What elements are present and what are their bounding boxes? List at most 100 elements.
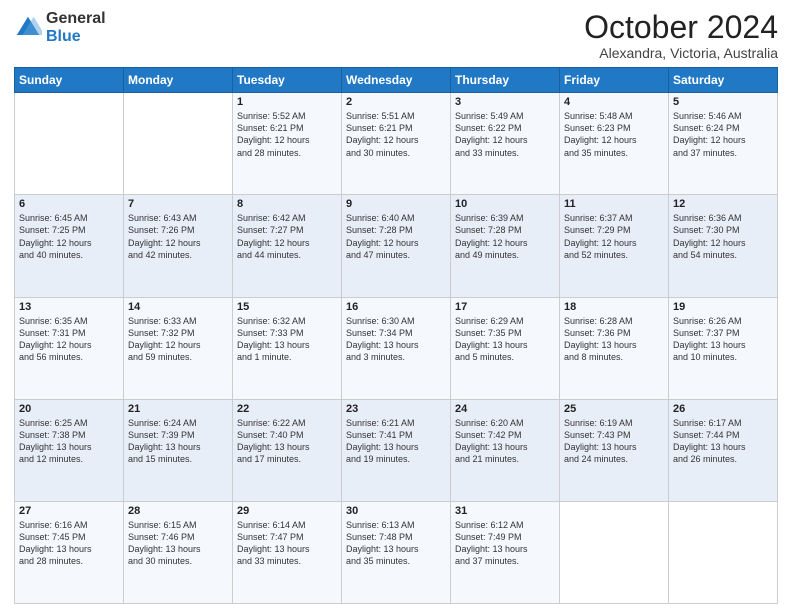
day-info: Sunrise: 6:17 AM Sunset: 7:44 PM Dayligh… bbox=[673, 417, 773, 466]
weekday-wednesday: Wednesday bbox=[342, 68, 451, 93]
calendar-cell: 8 Sunrise: 6:42 AM Sunset: 7:27 PM Daylig… bbox=[233, 195, 342, 297]
title-block: October 2024 Alexandra, Victoria, Austra… bbox=[584, 10, 778, 61]
day-number: 15 bbox=[237, 301, 337, 313]
calendar-cell: 5 Sunrise: 5:46 AM Sunset: 6:24 PM Daylig… bbox=[669, 93, 778, 195]
day-number: 21 bbox=[128, 403, 228, 415]
day-number: 17 bbox=[455, 301, 555, 313]
day-number: 5 bbox=[673, 96, 773, 108]
day-info: Sunrise: 6:29 AM Sunset: 7:35 PM Dayligh… bbox=[455, 315, 555, 364]
day-info: Sunrise: 6:40 AM Sunset: 7:28 PM Dayligh… bbox=[346, 212, 446, 261]
weekday-tuesday: Tuesday bbox=[233, 68, 342, 93]
day-info: Sunrise: 5:48 AM Sunset: 6:23 PM Dayligh… bbox=[564, 110, 664, 159]
day-info: Sunrise: 6:36 AM Sunset: 7:30 PM Dayligh… bbox=[673, 212, 773, 261]
day-number: 10 bbox=[455, 198, 555, 210]
header: General Blue October 2024 Alexandra, Vic… bbox=[14, 10, 778, 61]
calendar-cell: 10 Sunrise: 6:39 AM Sunset: 7:28 PM Dayli… bbox=[451, 195, 560, 297]
day-number: 16 bbox=[346, 301, 446, 313]
day-number: 3 bbox=[455, 96, 555, 108]
day-info: Sunrise: 6:33 AM Sunset: 7:32 PM Dayligh… bbox=[128, 315, 228, 364]
day-number: 12 bbox=[673, 198, 773, 210]
calendar-cell bbox=[669, 501, 778, 603]
day-number: 7 bbox=[128, 198, 228, 210]
day-info: Sunrise: 6:39 AM Sunset: 7:28 PM Dayligh… bbox=[455, 212, 555, 261]
calendar-cell: 13Sunrise: 6:35 AM Sunset: 7:31 PM Dayli… bbox=[15, 297, 124, 399]
weekday-monday: Monday bbox=[124, 68, 233, 93]
day-number: 26 bbox=[673, 403, 773, 415]
calendar-cell: 28 Sunrise: 6:15 AM Sunset: 7:46 PM Dayli… bbox=[124, 501, 233, 603]
week-row-2: 6 Sunrise: 6:45 AM Sunset: 7:25 PM Daylig… bbox=[15, 195, 778, 297]
day-number: 14 bbox=[128, 301, 228, 313]
day-info: Sunrise: 6:15 AM Sunset: 7:46 PM Dayligh… bbox=[128, 519, 228, 568]
calendar-cell: 24 Sunrise: 6:20 AM Sunset: 7:42 PM Dayli… bbox=[451, 399, 560, 501]
calendar-cell: 22Sunrise: 6:22 AM Sunset: 7:40 PM Dayli… bbox=[233, 399, 342, 501]
day-number: 19 bbox=[673, 301, 773, 313]
calendar-cell: 30 Sunrise: 6:13 AM Sunset: 7:48 PM Dayli… bbox=[342, 501, 451, 603]
day-info: Sunrise: 5:46 AM Sunset: 6:24 PM Dayligh… bbox=[673, 110, 773, 159]
day-info: Sunrise: 6:16 AM Sunset: 7:45 PM Dayligh… bbox=[19, 519, 119, 568]
day-number: 29 bbox=[237, 505, 337, 517]
day-number: 18 bbox=[564, 301, 664, 313]
day-number: 27 bbox=[19, 505, 119, 517]
page: General Blue October 2024 Alexandra, Vic… bbox=[0, 0, 792, 612]
day-info: Sunrise: 6:21 AM Sunset: 7:41 PM Dayligh… bbox=[346, 417, 446, 466]
day-info: Sunrise: 6:25 AM Sunset: 7:38 PM Dayligh… bbox=[19, 417, 119, 466]
week-row-5: 27 Sunrise: 6:16 AM Sunset: 7:45 PM Dayli… bbox=[15, 501, 778, 603]
day-info: Sunrise: 6:30 AM Sunset: 7:34 PM Dayligh… bbox=[346, 315, 446, 364]
logo: General Blue bbox=[14, 10, 106, 45]
day-info: Sunrise: 6:43 AM Sunset: 7:26 PM Dayligh… bbox=[128, 212, 228, 261]
calendar-cell bbox=[560, 501, 669, 603]
logo-icon bbox=[14, 14, 42, 42]
calendar-cell: 9 Sunrise: 6:40 AM Sunset: 7:28 PM Daylig… bbox=[342, 195, 451, 297]
day-info: Sunrise: 6:45 AM Sunset: 7:25 PM Dayligh… bbox=[19, 212, 119, 261]
month-year: October 2024 bbox=[584, 10, 778, 45]
calendar-cell: 6 Sunrise: 6:45 AM Sunset: 7:25 PM Daylig… bbox=[15, 195, 124, 297]
day-info: Sunrise: 6:24 AM Sunset: 7:39 PM Dayligh… bbox=[128, 417, 228, 466]
calendar-cell: 31Sunrise: 6:12 AM Sunset: 7:49 PM Dayli… bbox=[451, 501, 560, 603]
weekday-saturday: Saturday bbox=[669, 68, 778, 93]
calendar-cell: 11Sunrise: 6:37 AM Sunset: 7:29 PM Dayli… bbox=[560, 195, 669, 297]
day-number: 25 bbox=[564, 403, 664, 415]
day-number: 9 bbox=[346, 198, 446, 210]
calendar-cell: 14 Sunrise: 6:33 AM Sunset: 7:32 PM Dayli… bbox=[124, 297, 233, 399]
calendar-cell: 21 Sunrise: 6:24 AM Sunset: 7:39 PM Dayli… bbox=[124, 399, 233, 501]
day-info: Sunrise: 6:19 AM Sunset: 7:43 PM Dayligh… bbox=[564, 417, 664, 466]
calendar-cell: 19 Sunrise: 6:26 AM Sunset: 7:37 PM Dayli… bbox=[669, 297, 778, 399]
calendar-cell: 3Sunrise: 5:49 AM Sunset: 6:22 PM Daylig… bbox=[451, 93, 560, 195]
logo-text: General Blue bbox=[46, 10, 106, 45]
calendar-cell: 26 Sunrise: 6:17 AM Sunset: 7:44 PM Dayli… bbox=[669, 399, 778, 501]
day-info: Sunrise: 6:32 AM Sunset: 7:33 PM Dayligh… bbox=[237, 315, 337, 364]
day-number: 2 bbox=[346, 96, 446, 108]
day-info: Sunrise: 6:28 AM Sunset: 7:36 PM Dayligh… bbox=[564, 315, 664, 364]
day-number: 30 bbox=[346, 505, 446, 517]
calendar-cell: 23 Sunrise: 6:21 AM Sunset: 7:41 PM Dayli… bbox=[342, 399, 451, 501]
location: Alexandra, Victoria, Australia bbox=[584, 45, 778, 61]
calendar-cell: 16 Sunrise: 6:30 AM Sunset: 7:34 PM Dayli… bbox=[342, 297, 451, 399]
day-number: 22 bbox=[237, 403, 337, 415]
day-number: 23 bbox=[346, 403, 446, 415]
day-info: Sunrise: 6:42 AM Sunset: 7:27 PM Dayligh… bbox=[237, 212, 337, 261]
logo-general: General bbox=[46, 10, 106, 28]
day-number: 28 bbox=[128, 505, 228, 517]
calendar-cell: 25 Sunrise: 6:19 AM Sunset: 7:43 PM Dayli… bbox=[560, 399, 669, 501]
day-number: 20 bbox=[19, 403, 119, 415]
calendar-cell bbox=[124, 93, 233, 195]
day-number: 8 bbox=[237, 198, 337, 210]
week-row-1: 1Sunrise: 5:52 AM Sunset: 6:21 PM Daylig… bbox=[15, 93, 778, 195]
calendar-header: SundayMondayTuesdayWednesdayThursdayFrid… bbox=[15, 68, 778, 93]
day-info: Sunrise: 5:52 AM Sunset: 6:21 PM Dayligh… bbox=[237, 110, 337, 159]
calendar-cell: 20 Sunrise: 6:25 AM Sunset: 7:38 PM Dayli… bbox=[15, 399, 124, 501]
calendar-body: 1Sunrise: 5:52 AM Sunset: 6:21 PM Daylig… bbox=[15, 93, 778, 604]
day-info: Sunrise: 6:37 AM Sunset: 7:29 PM Dayligh… bbox=[564, 212, 664, 261]
calendar-cell: 29Sunrise: 6:14 AM Sunset: 7:47 PM Dayli… bbox=[233, 501, 342, 603]
day-info: Sunrise: 6:20 AM Sunset: 7:42 PM Dayligh… bbox=[455, 417, 555, 466]
day-number: 13 bbox=[19, 301, 119, 313]
day-number: 4 bbox=[564, 96, 664, 108]
day-number: 6 bbox=[19, 198, 119, 210]
day-info: Sunrise: 6:13 AM Sunset: 7:48 PM Dayligh… bbox=[346, 519, 446, 568]
calendar-cell: 18 Sunrise: 6:28 AM Sunset: 7:36 PM Dayli… bbox=[560, 297, 669, 399]
calendar-cell: 2Sunrise: 5:51 AM Sunset: 6:21 PM Daylig… bbox=[342, 93, 451, 195]
weekday-thursday: Thursday bbox=[451, 68, 560, 93]
day-info: Sunrise: 6:26 AM Sunset: 7:37 PM Dayligh… bbox=[673, 315, 773, 364]
day-number: 24 bbox=[455, 403, 555, 415]
weekday-sunday: Sunday bbox=[15, 68, 124, 93]
